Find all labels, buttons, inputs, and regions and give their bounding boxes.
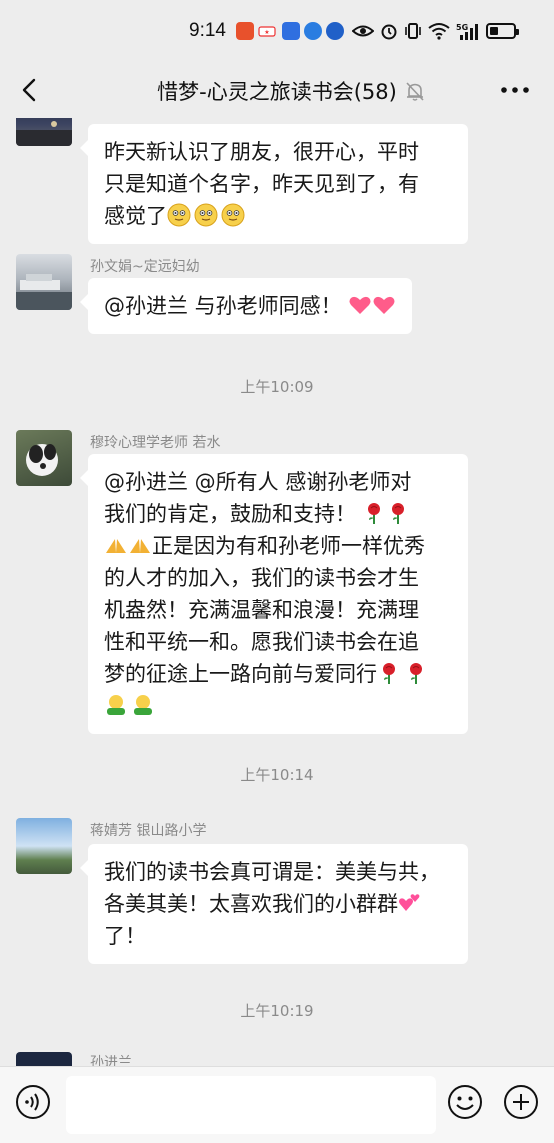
- message-line: 机盎然！充满温馨和浪漫！充满理: [104, 598, 419, 622]
- pray-emoji-icon: [128, 533, 152, 557]
- eye-icon: [351, 22, 375, 40]
- smile-emoji-icon: [221, 203, 245, 227]
- vibrate-icon: [404, 22, 422, 40]
- message-line: @孙进兰 与孙老师同感！: [104, 294, 342, 318]
- plus-icon[interactable]: [503, 1084, 539, 1120]
- timestamp: 上午10:19: [240, 1002, 314, 1020]
- message-line: 只是知道个名字，昨天见到了，有: [104, 172, 419, 196]
- message-line: 感觉了: [104, 204, 167, 228]
- sender-name: 穆玲心理学老师 若水: [90, 435, 221, 451]
- message-input[interactable]: [66, 1076, 436, 1134]
- avatar[interactable]: [16, 818, 72, 874]
- message-line: 我们的肯定，鼓励和支持！: [104, 502, 356, 526]
- smile-emoji-icon: [167, 203, 191, 227]
- timestamp: 上午10:14: [240, 766, 314, 784]
- message-line: 了！: [104, 924, 146, 948]
- sync-app-icon: [326, 22, 344, 40]
- chat-header: 惜梦-心灵之旅读书会(58): [0, 62, 554, 118]
- message-bubble[interactable]: @孙进兰 @所有人 感谢孙老师对 我们的肯定，鼓励和支持！ 正是因为有和孙老师一…: [80, 454, 468, 734]
- chat-messages[interactable]: 昨天新认识了朋友，很开心，平时 只是知道个名字，昨天见到了，有 感觉了 孙文娟~…: [0, 118, 554, 1066]
- avatar[interactable]: [16, 1052, 72, 1066]
- rose-emoji-icon: [377, 661, 401, 685]
- message-bubble[interactable]: 我们的读书会真可谓是：美美与共， 各美其美！太喜欢我们的小群群 了！: [80, 844, 468, 964]
- wifi-icon: [428, 22, 450, 40]
- hug-emoji-icon: [104, 693, 128, 717]
- hug-emoji-icon: [131, 693, 155, 717]
- voice-icon[interactable]: [15, 1084, 51, 1120]
- smile-emoji-icon: [194, 203, 218, 227]
- status-time: 9:14: [189, 20, 226, 41]
- rose-emoji-icon: [404, 661, 428, 685]
- mute-bell-icon: [404, 80, 426, 102]
- message-line: @孙进兰 @所有人 感谢孙老师对: [104, 470, 412, 494]
- message-line: 各美其美！太喜欢我们的小群群: [104, 892, 398, 916]
- avatar[interactable]: [16, 118, 72, 146]
- emoji-icon[interactable]: [447, 1084, 483, 1120]
- svg-text:★: ★: [264, 29, 269, 36]
- heart-emoji-icon: [372, 293, 396, 317]
- alarm-icon: [380, 22, 398, 40]
- two-hearts-emoji-icon: [398, 891, 422, 915]
- status-bar: 9:14 ★ 5G: [0, 0, 554, 62]
- avatar[interactable]: [16, 254, 72, 310]
- input-bar: [0, 1066, 554, 1143]
- battery-icon: [486, 23, 519, 39]
- translate-app-icon: [282, 22, 300, 40]
- message-line: 梦的征途上一路向前与爱同行: [104, 662, 377, 686]
- svg-text:5G: 5G: [456, 23, 468, 32]
- message-line: 性和平统一和。愿我们读书会在追: [104, 630, 419, 654]
- message-line: 正是因为有和孙老师一样优秀: [152, 534, 425, 558]
- heart-emoji-icon: [348, 293, 372, 317]
- rose-emoji-icon: [386, 501, 410, 525]
- sender-name: 孙进兰: [90, 1055, 132, 1066]
- more-icon[interactable]: [498, 78, 532, 102]
- cellular-signal-icon: 5G: [456, 22, 482, 40]
- message-bubble[interactable]: 昨天新认识了朋友，很开心，平时 只是知道个名字，昨天见到了，有 感觉了: [80, 124, 468, 244]
- avatar[interactable]: [16, 430, 72, 486]
- message-bubble[interactable]: @孙进兰 与孙老师同感！: [80, 278, 412, 334]
- message-line: 我们的读书会真可谓是：美美与共，: [104, 860, 440, 884]
- chat-title[interactable]: 惜梦-心灵之旅读书会(58): [157, 76, 397, 106]
- app-notification-icon: [236, 22, 254, 40]
- browser-app-icon: [304, 22, 322, 40]
- message-line: 昨天新认识了朋友，很开心，平时: [104, 140, 419, 164]
- shopping-app-icon: ★: [258, 22, 276, 40]
- pray-emoji-icon: [104, 533, 128, 557]
- timestamp: 上午10:09: [240, 378, 314, 396]
- sender-name: 蒋婧芳 银山路小学: [90, 823, 207, 839]
- sender-name: 孙文娟~定远妇幼: [90, 259, 200, 275]
- message-line: 的人才的加入，我们的读书会才生: [104, 566, 419, 590]
- rose-emoji-icon: [362, 501, 386, 525]
